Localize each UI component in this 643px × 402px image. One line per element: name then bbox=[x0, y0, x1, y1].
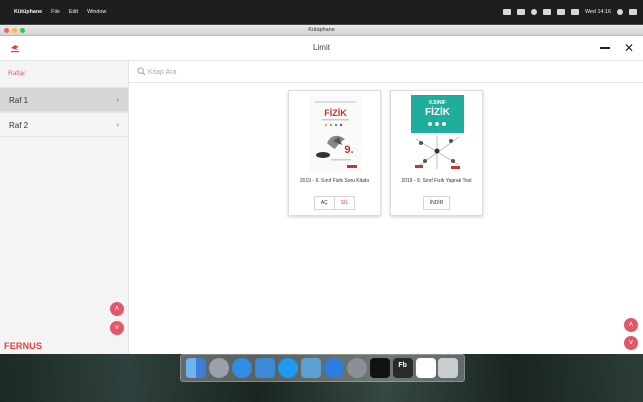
book-card[interactable]: FİZİK 9. 2019 - 9. Sınıf Fizik Soru Kita… bbox=[288, 90, 381, 216]
book-cover-image: 9.SINIF FİZİK bbox=[411, 95, 464, 172]
open-book-button[interactable]: AÇ bbox=[313, 196, 335, 210]
chevron-right-icon: › bbox=[116, 97, 119, 104]
window-title: Kütüphane bbox=[308, 27, 335, 33]
dock-launchpad-icon[interactable] bbox=[209, 358, 230, 378]
dock-trash-icon[interactable] bbox=[438, 358, 459, 378]
battery-icon[interactable] bbox=[557, 9, 566, 15]
control-center-icon[interactable] bbox=[629, 9, 637, 15]
dock-finder-icon[interactable] bbox=[186, 358, 207, 378]
book-title: 2019 - 9. Sınıf Fizik Soru Kitabı bbox=[299, 178, 370, 184]
sidebar-item-raf-1[interactable]: Raf 1 › bbox=[0, 87, 128, 112]
dock-transmit-icon[interactable] bbox=[323, 358, 344, 378]
status-icon[interactable] bbox=[503, 9, 512, 15]
scroll-down-button[interactable]: ˅ bbox=[110, 321, 124, 335]
search-icon[interactable] bbox=[617, 9, 623, 15]
dock-safari-icon[interactable] bbox=[232, 358, 253, 378]
zoom-window-button[interactable] bbox=[20, 28, 25, 33]
download-book-button[interactable]: İNDİR bbox=[422, 196, 451, 210]
menu-window[interactable]: Window bbox=[87, 9, 106, 15]
dock-fb-icon[interactable]: Fb bbox=[392, 358, 413, 378]
main-content: FİZİK 9. 2019 - 9. Sınıf Fizik Soru Kita… bbox=[129, 61, 643, 354]
dock-terminal-icon[interactable] bbox=[369, 358, 390, 378]
dock-xcode-icon[interactable] bbox=[255, 358, 276, 378]
dock: Fb bbox=[180, 354, 465, 382]
sidebar-item-label: Raf 2 bbox=[9, 121, 29, 130]
search-icon bbox=[137, 67, 146, 76]
svg-text:FİZİK: FİZİK bbox=[425, 105, 451, 118]
fernus-logo: FERNUS bbox=[4, 341, 43, 351]
svg-text:9.SINIF: 9.SINIF bbox=[429, 100, 446, 106]
flag-icon[interactable] bbox=[571, 9, 580, 15]
close-window-button[interactable] bbox=[4, 28, 9, 33]
book-actions: İNDİR bbox=[391, 196, 482, 210]
book-actions: AÇ SİL bbox=[289, 196, 380, 210]
window-controls bbox=[4, 28, 25, 33]
svg-text:FİZİK: FİZİK bbox=[324, 108, 347, 118]
sidebar-item-raf-2[interactable]: Raf 2 › bbox=[0, 112, 128, 137]
delete-book-button[interactable]: SİL bbox=[334, 196, 356, 210]
minimize-icon[interactable] bbox=[600, 47, 610, 49]
book-title: 2019 - 9. Sınıf Fizik Yaprak Test bbox=[401, 178, 472, 184]
search-input[interactable] bbox=[148, 65, 448, 79]
clock[interactable]: Wed 14:16 bbox=[585, 9, 611, 15]
scroll-up-button[interactable]: ˄ bbox=[110, 302, 124, 316]
status-icon[interactable] bbox=[517, 9, 526, 15]
dock-activity-icon[interactable] bbox=[300, 358, 321, 378]
menu-bar: Kütüphane File Edit Window Wed 14:16 bbox=[0, 0, 643, 24]
window-titlebar[interactable]: Kütüphane bbox=[0, 25, 643, 36]
book-card[interactable]: 9.SINIF FİZİK 2019 - 9. Sınıf Fizik Yapr… bbox=[390, 90, 483, 216]
page-title: Limit bbox=[313, 43, 330, 52]
close-icon[interactable]: ✕ bbox=[623, 42, 635, 54]
dock-limit-icon[interactable] bbox=[415, 358, 436, 378]
search-bar bbox=[129, 61, 643, 83]
menu-app-name[interactable]: Kütüphane bbox=[14, 9, 42, 15]
volume-icon[interactable] bbox=[543, 9, 552, 15]
scroll-up-button[interactable]: ˄ bbox=[624, 318, 638, 332]
wifi-icon[interactable] bbox=[531, 9, 538, 15]
sidebar-item-label: Raf 1 bbox=[9, 96, 29, 105]
sidebar-section-label: Raflar bbox=[8, 70, 26, 77]
minimize-window-button[interactable] bbox=[12, 28, 17, 33]
chevron-right-icon: › bbox=[116, 122, 119, 129]
app-header: Limit ✕ bbox=[0, 36, 643, 61]
menu-file[interactable]: File bbox=[51, 9, 60, 15]
sidebar: Raflar Raf 1 › Raf 2 › ˄ ˅ FERNUS bbox=[0, 61, 129, 354]
svg-text:9.: 9. bbox=[344, 144, 353, 156]
book-cover-image: FİZİK 9. bbox=[309, 95, 362, 172]
dock-app-store-icon[interactable] bbox=[278, 358, 299, 378]
dock-system-preferences-icon[interactable] bbox=[346, 358, 367, 378]
menu-extras: Wed 14:16 bbox=[503, 9, 637, 15]
menu-edit[interactable]: Edit bbox=[69, 9, 78, 15]
scroll-down-button[interactable]: ˅ bbox=[624, 336, 638, 350]
app-window: Kütüphane Limit ✕ Raflar Raf 1 › Raf 2 ›… bbox=[0, 25, 643, 354]
